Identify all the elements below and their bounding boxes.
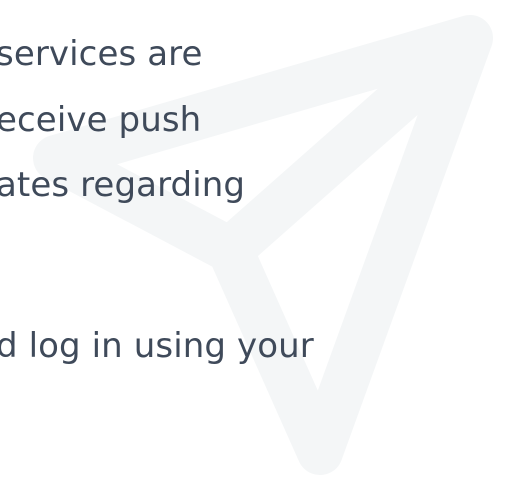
text-line-2: eceive push [0,100,202,140]
text-line-4: d log in using your [0,326,314,366]
text-line-3: ates regarding [0,165,246,205]
message-text: services are eceive push ates regarding … [0,0,505,482]
text-line-1: services are [0,34,203,74]
